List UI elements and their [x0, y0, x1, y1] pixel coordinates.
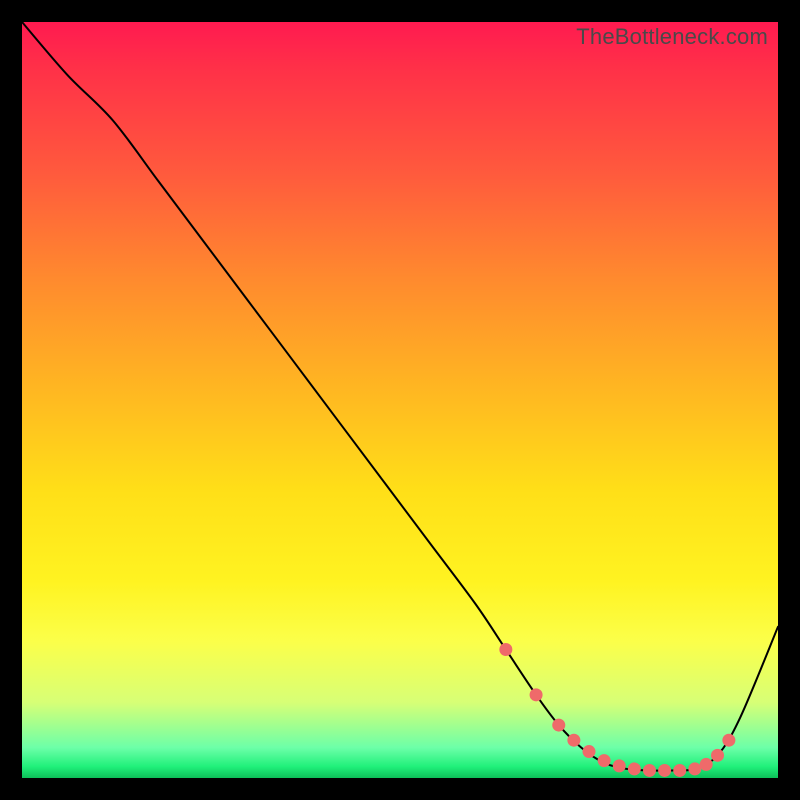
highlight-dot — [722, 734, 735, 747]
highlight-dot — [613, 759, 626, 772]
watermark-text: TheBottleneck.com — [576, 24, 768, 50]
chart-overlay — [22, 22, 778, 778]
chart-frame: TheBottleneck.com — [0, 0, 800, 800]
plot-area: TheBottleneck.com — [22, 22, 778, 778]
highlight-dot — [598, 754, 611, 767]
highlight-dots — [499, 643, 735, 777]
highlight-dot — [711, 749, 724, 762]
highlight-dot — [700, 758, 713, 771]
highlight-dot — [530, 688, 543, 701]
highlight-dot — [658, 764, 671, 777]
highlight-dot — [628, 762, 641, 775]
highlight-dot — [552, 719, 565, 732]
bottleneck-curve — [22, 22, 778, 771]
highlight-dot — [643, 764, 656, 777]
highlight-dot — [673, 764, 686, 777]
highlight-dot — [567, 734, 580, 747]
highlight-dot — [499, 643, 512, 656]
highlight-dot — [688, 762, 701, 775]
highlight-dot — [583, 745, 596, 758]
